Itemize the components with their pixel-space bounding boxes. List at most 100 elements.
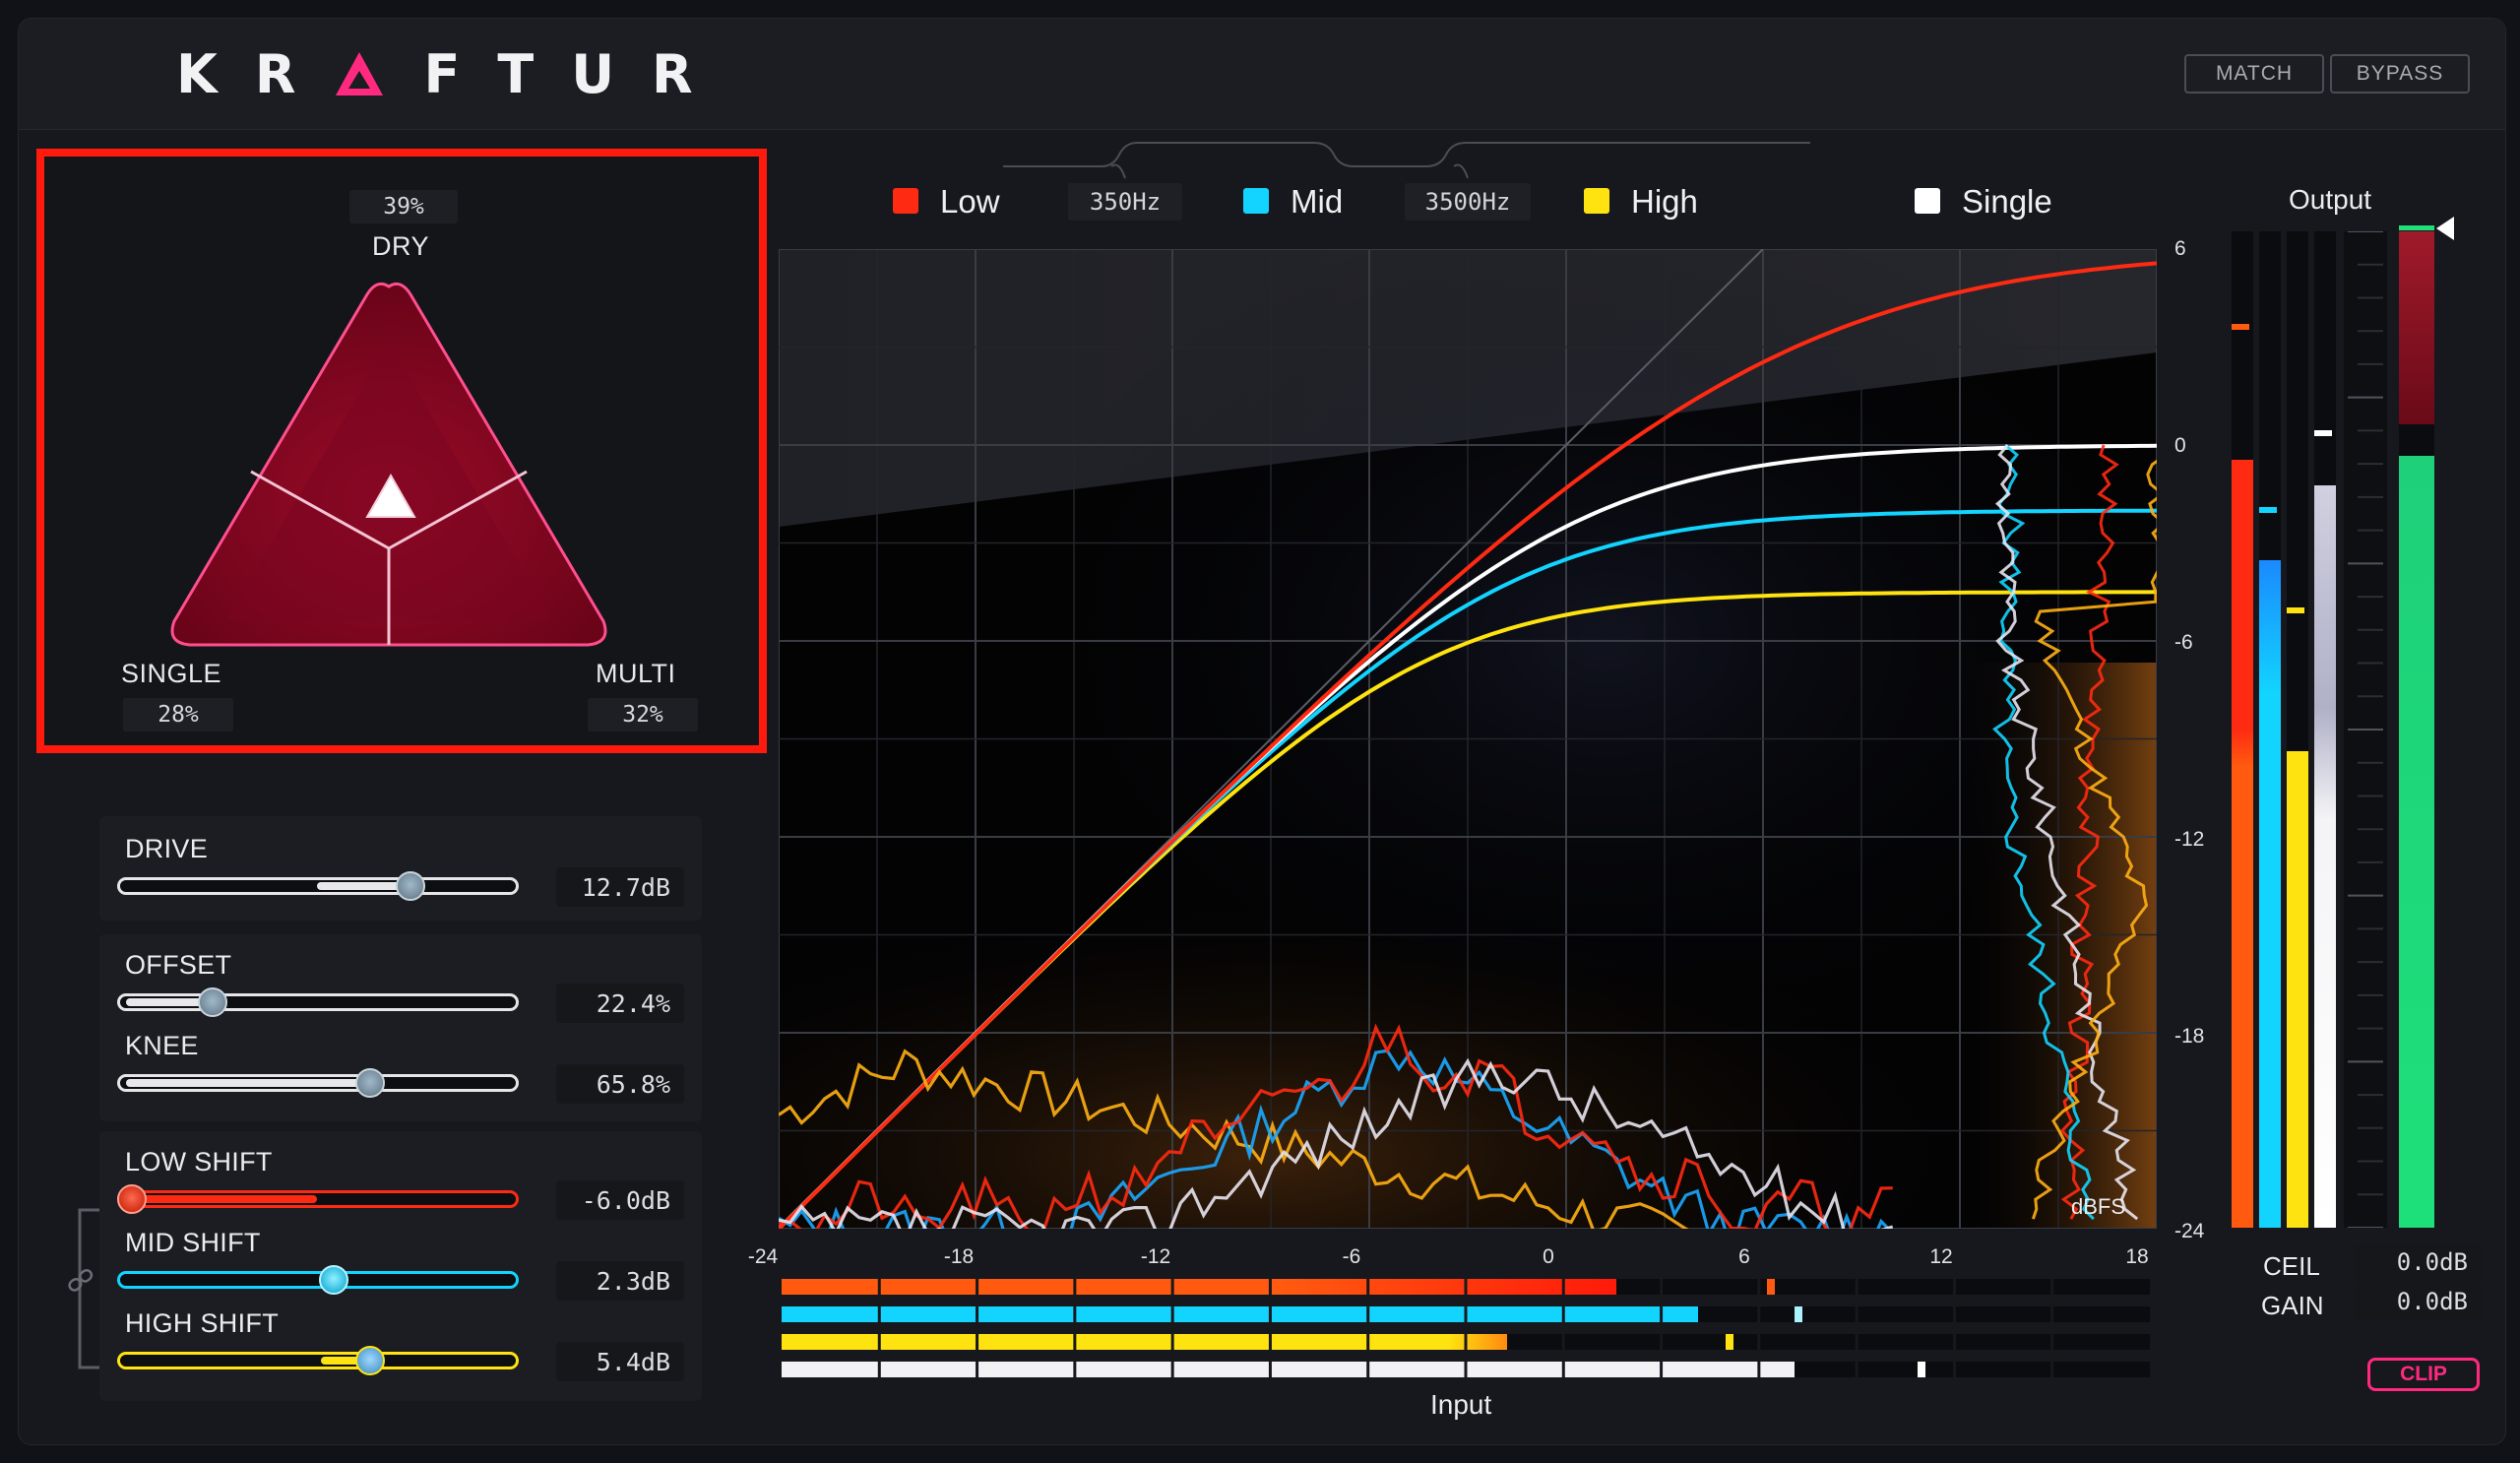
single-percent: 28% bbox=[123, 698, 233, 732]
offset-slider-knob[interactable] bbox=[197, 987, 227, 1017]
output-meter-single bbox=[2314, 231, 2336, 1228]
output-meter-low-fill bbox=[2232, 460, 2253, 1228]
high-shift-slider[interactable] bbox=[117, 1346, 519, 1375]
high-shift-value: 5.4dB bbox=[556, 1342, 684, 1381]
x-tick-label: -24 bbox=[747, 1245, 779, 1268]
match-button[interactable]: MATCH bbox=[2184, 54, 2324, 94]
output-scale bbox=[2344, 231, 2387, 1228]
low-legend-label[interactable]: Low bbox=[940, 183, 1000, 221]
drive-value: 12.7dB bbox=[556, 867, 684, 907]
mid-shift-label: MID SHIFT bbox=[125, 1228, 261, 1257]
single-swatch[interactable] bbox=[1915, 188, 1940, 214]
mix-triangle-pad[interactable] bbox=[162, 275, 615, 659]
low-shift-slider-knob[interactable] bbox=[117, 1184, 147, 1214]
ceiling-arrow-icon[interactable] bbox=[2432, 214, 2458, 243]
output-meter-single-fill bbox=[2314, 485, 2336, 1228]
offset-value: 22.4% bbox=[556, 984, 684, 1023]
high-shift-slider-knob[interactable] bbox=[354, 1346, 385, 1375]
gain-value[interactable]: 0.0dB bbox=[2354, 1283, 2482, 1320]
x-tick-label: 18 bbox=[2125, 1245, 2149, 1268]
krafttur-logo: K R F T U R bbox=[176, 42, 730, 105]
dry-percent: 39% bbox=[349, 190, 458, 223]
mid-legend-label[interactable]: Mid bbox=[1291, 183, 1343, 221]
band-legend: Low 350Hz Mid 3500Hz High Single bbox=[767, 166, 2155, 235]
band-shift-panel: LOW SHIFT -6.0dB MID SHIFT 2.3dB HIGH SH… bbox=[99, 1131, 702, 1401]
output-meter-mid-fill bbox=[2259, 560, 2281, 1228]
crossover-low-freq[interactable]: 350Hz bbox=[1068, 183, 1182, 221]
mid-shift-value: 2.3dB bbox=[556, 1261, 684, 1301]
clip-button[interactable]: CLIP bbox=[2367, 1358, 2480, 1391]
dbfs-label: dBFS bbox=[2071, 1194, 2126, 1219]
output-single-peak bbox=[2314, 430, 2332, 436]
logo-letter: R bbox=[652, 42, 693, 105]
x-tick-label: -12 bbox=[1140, 1245, 1171, 1268]
low-swatch[interactable] bbox=[893, 188, 918, 214]
ceil-label: CEIL bbox=[2263, 1251, 2320, 1281]
logo-letter: K bbox=[176, 42, 218, 105]
knee-value: 65.8% bbox=[556, 1064, 684, 1104]
output-meter-high-fill bbox=[2287, 751, 2308, 1228]
high-swatch[interactable] bbox=[1584, 188, 1609, 214]
mid-shift-slider-knob[interactable] bbox=[318, 1265, 348, 1295]
knee-slider-knob[interactable] bbox=[354, 1068, 385, 1098]
mix-handle-icon[interactable] bbox=[363, 472, 418, 521]
transfer-curve-graph[interactable] bbox=[779, 249, 2157, 1229]
drive-label: DRIVE bbox=[125, 834, 209, 863]
offset-label: OFFSET bbox=[125, 950, 232, 980]
output-ceiling-zone bbox=[2399, 231, 2434, 424]
gain-label: GAIN bbox=[2261, 1291, 2324, 1320]
knee-label: KNEE bbox=[125, 1031, 199, 1060]
drive-slider-knob[interactable] bbox=[395, 871, 425, 901]
y-tick-label: 0 bbox=[2174, 434, 2186, 457]
output-low-peak bbox=[2232, 324, 2249, 330]
output-label: Output bbox=[2289, 184, 2372, 215]
plugin-window: K R F T U R MATCH BYPASS 39% DRY SINGLE … bbox=[18, 18, 2506, 1445]
output-meter-high bbox=[2287, 231, 2308, 1228]
x-tick-label: 12 bbox=[1929, 1245, 1953, 1268]
shift-link-icon[interactable] bbox=[60, 1190, 107, 1387]
y-tick-label: -24 bbox=[2174, 1220, 2205, 1242]
x-tick-label: 6 bbox=[1738, 1245, 1750, 1268]
logo-letter: T bbox=[497, 42, 535, 105]
multi-percent: 32% bbox=[588, 698, 698, 732]
single-legend-label[interactable]: Single bbox=[1962, 183, 2052, 221]
output-mid-peak bbox=[2259, 507, 2277, 513]
high-shift-label: HIGH SHIFT bbox=[125, 1308, 279, 1338]
output-main-peak bbox=[2399, 225, 2434, 230]
x-tick-label: -18 bbox=[943, 1245, 975, 1268]
y-tick-label: -6 bbox=[2174, 631, 2193, 654]
bypass-button[interactable]: BYPASS bbox=[2330, 54, 2470, 94]
y-tick-label: -12 bbox=[2174, 828, 2205, 851]
output-meter-main-fill bbox=[2399, 456, 2434, 1228]
single-label: SINGLE bbox=[121, 659, 222, 688]
drive-panel: DRIVE 12.7dB bbox=[99, 816, 702, 921]
low-shift-slider[interactable] bbox=[117, 1184, 519, 1214]
y-tick-label: 6 bbox=[2174, 237, 2186, 260]
output-meter-mid bbox=[2259, 231, 2281, 1228]
mid-shift-slider[interactable] bbox=[117, 1265, 519, 1295]
offset-slider[interactable] bbox=[117, 987, 519, 1017]
logo-letter: R bbox=[254, 42, 296, 105]
drive-slider[interactable] bbox=[117, 871, 519, 901]
logo-letter: U bbox=[571, 42, 615, 105]
knee-fill bbox=[126, 1079, 382, 1087]
low-shift-fill bbox=[124, 1195, 317, 1203]
multi-label: MULTI bbox=[596, 659, 676, 688]
low-shift-value: -6.0dB bbox=[556, 1180, 684, 1220]
low-shift-label: LOW SHIFT bbox=[125, 1147, 273, 1177]
logo-letter: F bbox=[423, 42, 461, 105]
knee-slider[interactable] bbox=[117, 1068, 519, 1098]
output-meter-low bbox=[2232, 231, 2253, 1228]
high-legend-label[interactable]: High bbox=[1631, 183, 1698, 221]
header-bar: K R F T U R MATCH BYPASS bbox=[19, 19, 2505, 130]
mix-triangle-panel: 39% DRY SINGLE 28% MULTI 32% bbox=[36, 149, 767, 753]
dry-label: DRY bbox=[372, 231, 430, 261]
output-meter-main bbox=[2399, 231, 2434, 1228]
ceil-value[interactable]: 0.0dB bbox=[2354, 1243, 2482, 1281]
y-tick-label: -18 bbox=[2174, 1025, 2205, 1048]
crossover-high-freq[interactable]: 3500Hz bbox=[1405, 183, 1531, 221]
input-axis-label: Input bbox=[1430, 1389, 1492, 1420]
x-tick-label: 0 bbox=[1543, 1245, 1554, 1268]
offset-fill bbox=[126, 998, 209, 1006]
mid-swatch[interactable] bbox=[1243, 188, 1269, 214]
